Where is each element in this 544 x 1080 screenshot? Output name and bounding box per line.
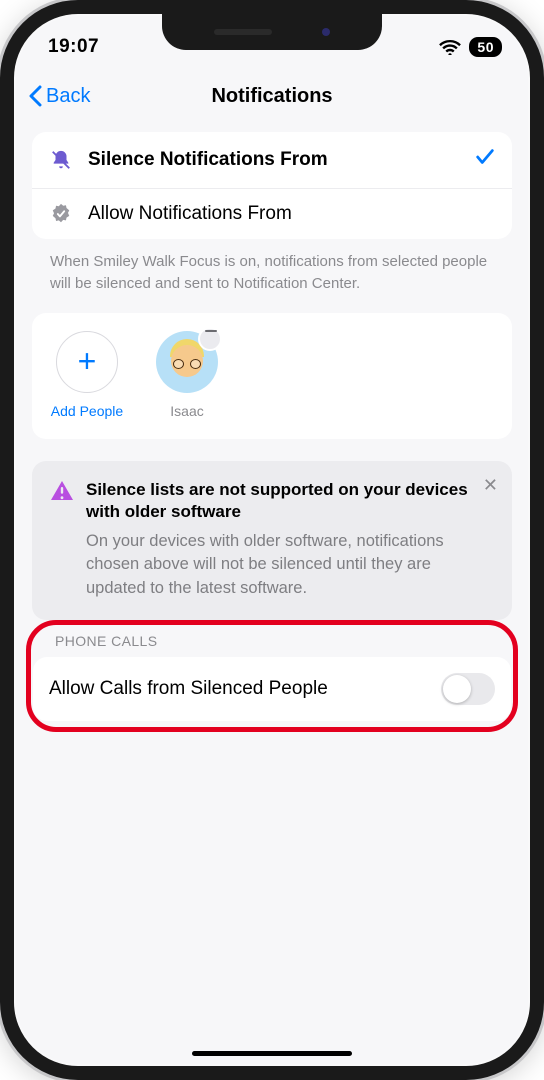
allow-calls-row[interactable]: Allow Calls from Silenced People bbox=[33, 657, 511, 721]
home-indicator[interactable] bbox=[192, 1051, 352, 1056]
option-silence-label: Silence Notifications From bbox=[88, 149, 460, 171]
highlight-annotation: PHONE CALLS Allow Calls from Silenced Pe… bbox=[26, 620, 518, 732]
info-title: Silence lists are not supported on your … bbox=[86, 479, 494, 525]
notification-mode-card: Silence Notifications From Allow Notific… bbox=[32, 132, 512, 239]
person-name: Isaac bbox=[170, 403, 203, 419]
person-isaac[interactable]: Isaac bbox=[150, 331, 224, 419]
back-button[interactable]: Back bbox=[28, 85, 90, 108]
bell-slash-icon bbox=[48, 149, 74, 171]
warning-icon bbox=[50, 479, 74, 508]
people-card: + Add People Isaac bbox=[32, 313, 512, 439]
option-allow[interactable]: Allow Notifications From bbox=[32, 188, 512, 239]
allow-calls-toggle[interactable] bbox=[441, 673, 495, 705]
notch bbox=[162, 14, 382, 50]
wifi-icon bbox=[439, 39, 461, 55]
phone-calls-header: PHONE CALLS bbox=[33, 627, 511, 657]
phone-frame: 19:07 50 Back Notifications Silence Noti… bbox=[0, 0, 544, 1080]
remove-badge-icon[interactable] bbox=[205, 330, 217, 332]
info-banner: ✕ Silence lists are not supported on you… bbox=[32, 461, 512, 620]
avatar bbox=[156, 331, 218, 393]
page-title: Notifications bbox=[14, 85, 530, 108]
checkmark-icon bbox=[474, 146, 496, 174]
helper-text: When Smiley Walk Focus is on, notificati… bbox=[32, 239, 512, 313]
option-allow-label: Allow Notifications From bbox=[88, 203, 496, 225]
option-silence[interactable]: Silence Notifications From bbox=[32, 132, 512, 188]
status-time: 19:07 bbox=[48, 36, 99, 58]
add-people-label: Add People bbox=[51, 403, 123, 419]
allow-calls-label: Allow Calls from Silenced People bbox=[49, 678, 328, 700]
nav-bar: Back Notifications bbox=[14, 70, 530, 122]
info-body: On your devices with older software, not… bbox=[86, 530, 494, 599]
badge-check-icon bbox=[48, 203, 74, 225]
add-people-button[interactable]: + Add People bbox=[50, 331, 124, 419]
close-icon[interactable]: ✕ bbox=[483, 475, 498, 496]
battery-indicator: 50 bbox=[469, 37, 502, 57]
plus-icon: + bbox=[56, 331, 118, 393]
back-label: Back bbox=[46, 85, 90, 108]
content: Silence Notifications From Allow Notific… bbox=[14, 122, 530, 732]
